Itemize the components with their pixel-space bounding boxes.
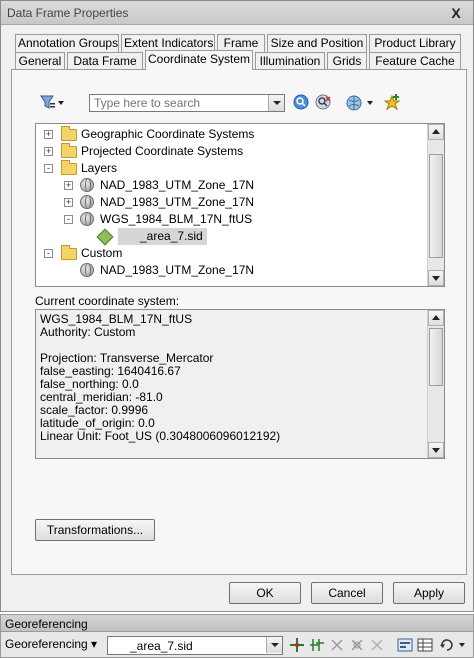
georeferencing-title-bar: Georeferencing	[1, 615, 473, 632]
tab-coordinate-system[interactable]: Coordinate System	[145, 50, 253, 70]
rotate-icon[interactable]	[439, 637, 469, 653]
apply-button[interactable]: Apply	[393, 582, 465, 604]
tab-illumination[interactable]: Illumination	[255, 52, 325, 70]
scroll-thumb[interactable]	[429, 328, 443, 386]
current-cs-label: Current coordinate system:	[35, 294, 180, 308]
tab-general[interactable]: General	[15, 52, 65, 70]
tree-item-label: NAD_1983_UTM_Zone_17N	[100, 195, 255, 209]
tree-item-label: WGS_1984_BLM_17N_ftUS	[100, 212, 253, 226]
tree-item-custom-nad[interactable]: NAD_1983_UTM_Zone_17N	[36, 262, 426, 279]
globe-icon	[80, 212, 94, 226]
raster-icon	[96, 228, 114, 246]
current-cs-details: WGS_1984_BLM_17N_ftUS Authority: Custom …	[35, 309, 445, 459]
tree-item-area-7[interactable]: _area_7.sid	[36, 228, 426, 246]
tree-item-label: NAD_1983_UTM_Zone_17N	[100, 263, 255, 277]
expand-icon[interactable]: +	[64, 198, 73, 207]
add-control-points-icon[interactable]	[289, 637, 305, 653]
tab-annotation-groups[interactable]: Annotation Groups	[15, 34, 119, 52]
tree-item-nad-1[interactable]: + NAD_1983_UTM_Zone_17N	[36, 177, 426, 194]
tree-item-geographic[interactable]: + Geographic Coordinate Systems	[36, 126, 426, 143]
search-field[interactable]	[89, 94, 285, 112]
tree-item-layers[interactable]: - Layers	[36, 160, 426, 177]
tree-item-label: Projected Coordinate Systems	[81, 144, 244, 158]
viewer-icon[interactable]	[397, 637, 413, 653]
tab-grids[interactable]: Grids	[327, 52, 367, 70]
search-input[interactable]	[92, 96, 264, 110]
details-line: Authority: Custom	[40, 325, 136, 339]
globe-icon	[80, 178, 94, 192]
auto-control-points-icon[interactable]	[309, 637, 325, 653]
details-scrollbar[interactable]	[427, 310, 444, 458]
expand-icon[interactable]: +	[44, 130, 53, 139]
tab-feature-cache[interactable]: Feature Cache	[369, 52, 461, 70]
coordinate-system-tree[interactable]: + Geographic Coordinate Systems + Projec…	[35, 123, 445, 287]
tab-size-and-position[interactable]: Size and Position	[267, 34, 367, 52]
link-table-icon[interactable]	[417, 637, 433, 653]
scroll-down-icon[interactable]	[428, 270, 444, 286]
window-title: Data Frame Properties	[7, 6, 129, 20]
globe-icon[interactable]	[345, 94, 379, 112]
clear-search-icon[interactable]	[315, 94, 333, 112]
globe-icon	[80, 263, 94, 277]
folder-icon	[61, 143, 77, 158]
expand-icon[interactable]: +	[64, 181, 73, 190]
close-icon[interactable]: X	[447, 4, 465, 22]
tree-item-label: NAD_1983_UTM_Zone_17N	[100, 178, 255, 192]
data-frame-properties-dialog: Data Frame Properties X Annotation Group…	[0, 0, 474, 612]
scroll-down-icon[interactable]	[428, 442, 444, 458]
georeferencing-title: Georeferencing	[5, 617, 88, 631]
chevron-down-icon[interactable]	[266, 637, 282, 653]
scroll-thumb[interactable]	[429, 154, 443, 258]
layer-dropdown-value: _area_7.sid	[130, 639, 193, 653]
scroll-up-icon[interactable]	[428, 124, 444, 140]
tree-scrollbar[interactable]	[427, 124, 444, 286]
collapse-icon[interactable]: -	[64, 215, 73, 224]
delete-link-icon[interactable]	[369, 637, 385, 653]
add-favorite-icon[interactable]	[383, 94, 401, 112]
folder-open-icon	[61, 245, 77, 260]
chevron-down-icon[interactable]	[268, 95, 284, 111]
georeferencing-menu[interactable]: Georeferencing ▾	[5, 637, 97, 651]
tree-item-nad-2[interactable]: + NAD_1983_UTM_Zone_17N	[36, 194, 426, 211]
tree-item-label: Geographic Coordinate Systems	[81, 127, 255, 141]
transformations-button[interactable]: Transformations...	[35, 519, 155, 541]
cancel-button[interactable]: Cancel	[311, 582, 383, 604]
folder-open-icon	[61, 160, 77, 175]
scroll-up-icon[interactable]	[428, 310, 444, 326]
globe-icon	[80, 195, 94, 209]
zoom-to-link-icon[interactable]	[349, 637, 365, 653]
tree-item-label: Layers	[81, 161, 118, 175]
search-icon[interactable]	[293, 94, 311, 112]
title-bar: Data Frame Properties X	[1, 1, 473, 25]
georeferencing-toolbar: Georeferencing Georeferencing ▾ _area_7.…	[0, 614, 474, 658]
expand-icon[interactable]: +	[44, 147, 53, 156]
ok-button[interactable]: OK	[229, 582, 301, 604]
tree-item-wgs[interactable]: - WGS_1984_BLM_17N_ftUS	[36, 211, 426, 228]
tree-item-custom[interactable]: - Custom	[36, 245, 426, 262]
filter-icon[interactable]	[39, 94, 64, 112]
tree-item-projected[interactable]: + Projected Coordinate Systems	[36, 143, 426, 160]
select-link-icon[interactable]	[329, 637, 345, 653]
collapse-icon[interactable]: -	[44, 164, 53, 173]
tab-product-library[interactable]: Product Library	[369, 34, 461, 52]
tree-item-label: _area_7.sid	[118, 228, 207, 245]
collapse-icon[interactable]: -	[44, 249, 53, 258]
details-line: Linear Unit: Foot_US (0.3048006096012192…	[40, 429, 281, 443]
folder-icon	[61, 126, 77, 141]
tab-data-frame[interactable]: Data Frame	[67, 52, 143, 70]
layer-dropdown[interactable]: _area_7.sid	[107, 636, 283, 655]
tree-item-label: Custom	[81, 246, 123, 260]
